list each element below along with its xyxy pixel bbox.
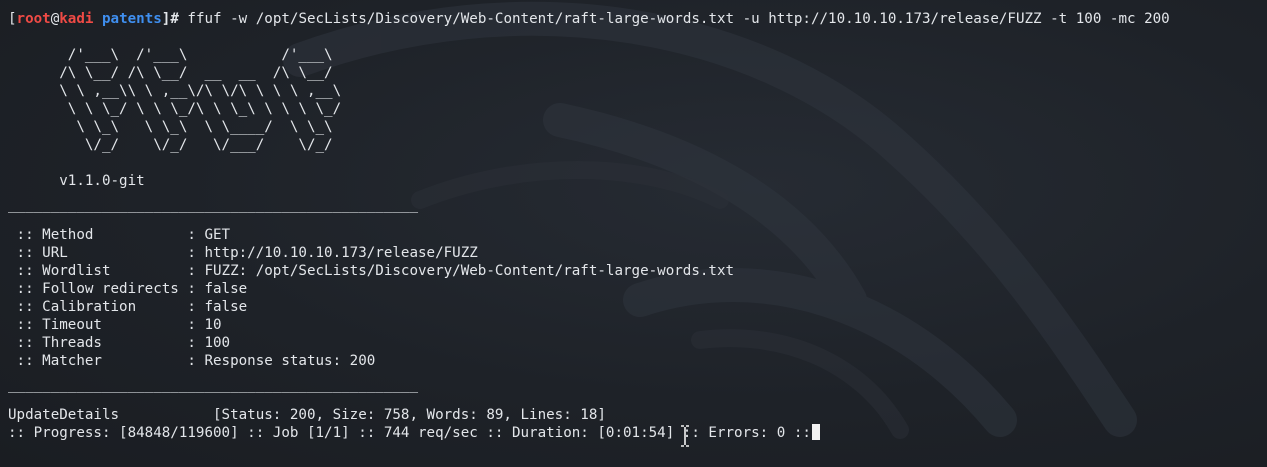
- progress-line: :: Progress: [84848/119600] :: Job [1/1]…: [8, 424, 820, 442]
- version-text: v1.1.0-git: [8, 172, 145, 190]
- ffuf-banner-line: \ \ \_/ \ \ \_/\ \ \_\ \ \ \ \_/: [8, 100, 392, 118]
- prompt-directory: patents: [102, 11, 162, 27]
- ffuf-banner-line: \ \ ,__\\ \ ,__\/\ \/\ \ \ \ ,__\: [8, 82, 392, 100]
- config-matcher: :: Matcher : Response status: 200: [8, 352, 375, 370]
- ffuf-banner-line: /'___\ /'___\ /'___\: [8, 46, 392, 64]
- result-row: UpdateDetails [Status: 200, Size: 758, W…: [8, 406, 606, 424]
- separator-line: ________________________________________…: [8, 196, 418, 214]
- prompt-user: root: [17, 11, 51, 27]
- separator-line: ________________________________________…: [8, 376, 418, 394]
- mouse-ibeam-cursor-icon: [680, 425, 690, 447]
- prompt-host: kadi: [59, 11, 93, 27]
- prompt-symbol: ]#: [162, 11, 179, 27]
- config-wordlist: :: Wordlist : FUZZ: /opt/SecLists/Discov…: [8, 262, 734, 280]
- config-calibration: :: Calibration : false: [8, 298, 247, 316]
- config-method: :: Method : GET: [8, 226, 230, 244]
- ffuf-banner-line: \/_/ \/_/ \/___/ \/_/: [8, 136, 392, 154]
- command-prompt-line: [root@kadi patents]# ffuf -w /opt/SecLis…: [8, 10, 1170, 28]
- config-follow-redirects: :: Follow redirects : false: [8, 280, 247, 298]
- prompt-bracket: [: [8, 11, 17, 27]
- config-threads: :: Threads : 100: [8, 334, 230, 352]
- command-text: ffuf -w /opt/SecLists/Discovery/Web-Cont…: [187, 11, 1169, 27]
- config-timeout: :: Timeout : 10: [8, 316, 222, 334]
- prompt-at: @: [51, 11, 60, 27]
- progress-text: :: Progress: [84848/119600] :: Job [1/1]…: [8, 425, 811, 441]
- terminal-window[interactable]: [root@kadi patents]# ffuf -w /opt/SecLis…: [0, 0, 1267, 467]
- ffuf-banner-line: /\ \__/ /\ \__/ __ __ /\ \__/: [8, 64, 392, 82]
- config-url: :: URL : http://10.10.10.173/release/FUZ…: [8, 244, 478, 262]
- ffuf-banner-line: \ \_\ \ \_\ \ \____/ \ \_\: [8, 118, 392, 136]
- terminal-cursor: [812, 424, 820, 440]
